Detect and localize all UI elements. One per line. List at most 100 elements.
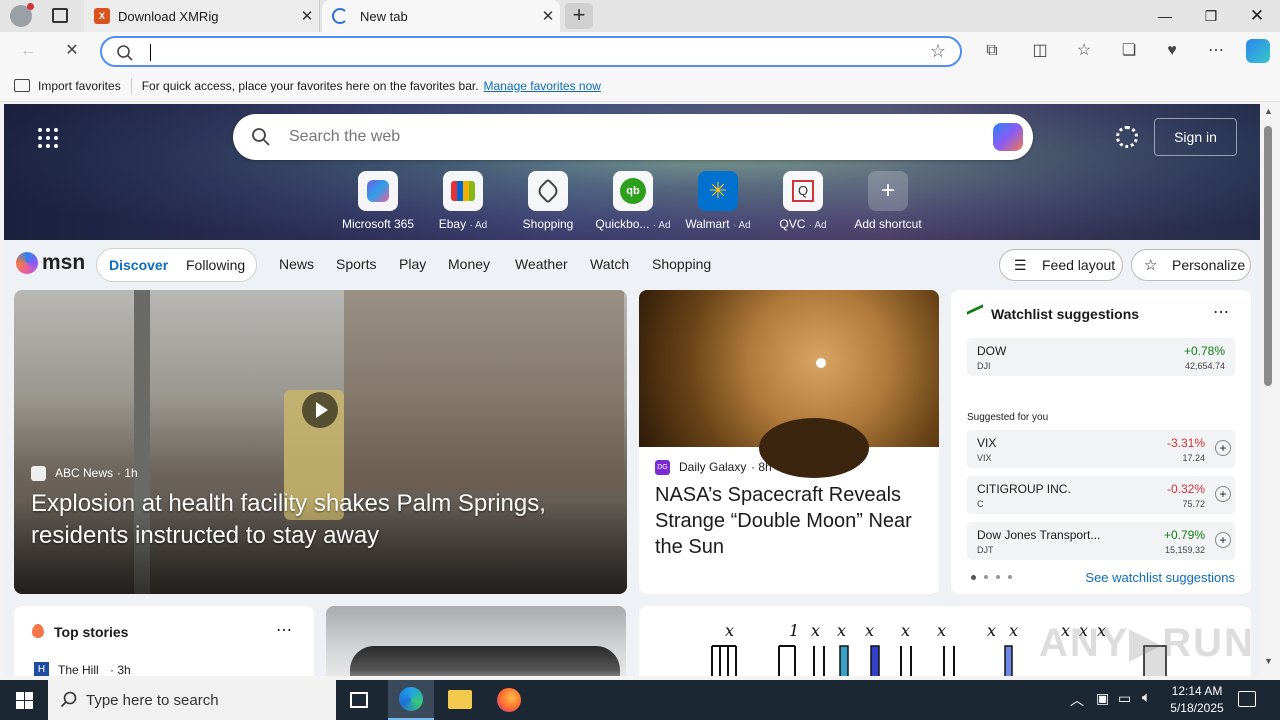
scroll-up-icon[interactable]: ▲ (1264, 106, 1273, 116)
close-tab-icon[interactable]: ✕ (536, 7, 560, 25)
scroll-down-icon[interactable]: ▼ (1264, 656, 1273, 666)
web-search-input[interactable]: Search the web (289, 128, 400, 146)
taskbar-clock-time[interactable]: 12:14 AM (1170, 684, 1224, 698)
more-options-icon[interactable]: ⋯ (1213, 302, 1229, 322)
taskbar-search-input[interactable]: Type here to search (86, 692, 219, 709)
web-search-box[interactable]: Search the web (233, 114, 1033, 160)
minimize-button[interactable]: — (1142, 0, 1188, 32)
stock-row-dow-transport[interactable]: Dow Jones Transport... DJT +0.79% 15,159… (967, 522, 1235, 560)
feed-layout-button[interactable]: ☰ Feed layout (999, 249, 1123, 281)
more-options-icon[interactable]: ⋯ (276, 620, 292, 640)
qvc-icon: Q (783, 171, 823, 211)
manage-favorites-link[interactable]: Manage favorites now (484, 79, 601, 93)
nasa-story-image (639, 290, 939, 478)
add-to-watchlist-icon[interactable]: + (1215, 486, 1231, 502)
tab-actions-icon[interactable] (52, 8, 68, 23)
restore-button[interactable]: ❐ (1188, 0, 1234, 32)
tab-following[interactable]: Following (186, 257, 245, 273)
science-story-card[interactable]: x1xx xxxxx xxx ANY▶RUN (639, 606, 1251, 676)
stock-row-primary[interactable]: DOW DJI +0.78% 42,654.74 (967, 338, 1235, 376)
address-bar[interactable]: ☆ (100, 36, 962, 67)
apps-launcher-icon[interactable] (38, 128, 58, 148)
windows-start-icon[interactable] (16, 692, 33, 709)
story-age: · 3h (110, 663, 131, 676)
notifications-icon[interactable] (1238, 691, 1256, 707)
shortcut-ebay[interactable]: Ebay · Ad (423, 171, 503, 231)
network-icon[interactable]: ▭ (1118, 690, 1131, 707)
tab-download-xmrig[interactable]: X Download XMRig ✕ (84, 0, 320, 32)
taskbar-search-box[interactable]: Type here to search (48, 680, 336, 720)
car-story-card[interactable] (326, 606, 626, 676)
file-explorer-icon[interactable] (448, 690, 472, 709)
favorites-divider (130, 77, 132, 94)
page-scrollbar[interactable]: ▲ ▼ (1260, 104, 1280, 676)
settings-gear-icon[interactable] (1116, 126, 1138, 148)
collections-icon[interactable]: ❏ (1117, 40, 1141, 62)
shortcut-qvc[interactable]: Q QVC · Ad (763, 171, 843, 231)
play-icon[interactable] (302, 392, 338, 428)
stop-loading-icon[interactable]: ✕ (60, 40, 84, 62)
story-headline[interactable]: Explosion at health facility shakes Palm… (31, 488, 611, 552)
close-window-button[interactable]: ✕ (1234, 0, 1280, 32)
see-watchlist-link[interactable]: See watchlist suggestions (1085, 570, 1235, 585)
carousel-dots[interactable] (971, 575, 1012, 580)
new-tab-button[interactable]: + (565, 3, 593, 29)
favorites-icon[interactable]: ☆ (1072, 40, 1096, 62)
favorites-bar: Import favorites For quick access, place… (0, 70, 1280, 102)
lead-story-card[interactable]: ABC News · 1h Explosion at health facili… (14, 290, 627, 594)
close-tab-icon[interactable]: ✕ (295, 7, 319, 25)
stock-value: 15,159.32 (1164, 545, 1205, 555)
import-favorites-button[interactable]: Import favorites (38, 79, 121, 93)
search-icon (60, 691, 77, 708)
shortcut-shopping[interactable]: Shopping (508, 171, 588, 231)
shortcut-add[interactable]: + Add shortcut (848, 171, 928, 231)
scrollbar-thumb[interactable] (1264, 126, 1272, 386)
nav-shopping[interactable]: Shopping (652, 256, 711, 272)
nav-money[interactable]: Money (448, 256, 490, 272)
msn-logo-icon[interactable] (16, 252, 38, 274)
story-headline[interactable]: NASA’s Spacecraft Reveals Strange “Doubl… (655, 482, 931, 560)
volume-icon[interactable]: 🔈︎ (1142, 689, 1151, 706)
stock-row-vix[interactable]: VIX VIX -3.31% 17.24 + (967, 430, 1235, 468)
stock-row-citigroup[interactable]: CITIGROUP INC. C -0.32% 75.72 + (967, 476, 1235, 514)
sign-in-button[interactable]: Sign in (1154, 118, 1237, 156)
shortcut-microsoft-365[interactable]: Microsoft 365 (338, 171, 418, 231)
add-to-watchlist-icon[interactable]: + (1215, 532, 1231, 548)
shortcut-quickbooks[interactable]: qb Quickbo... · Ad (593, 171, 673, 231)
add-to-watchlist-icon[interactable]: + (1215, 440, 1231, 456)
personalize-button[interactable]: ☆ Personalize (1131, 249, 1251, 281)
shortcut-walmart[interactable]: ✳ Walmart · Ad (678, 171, 758, 231)
task-view-icon[interactable] (350, 692, 368, 708)
nav-play[interactable]: Play (399, 256, 426, 272)
firefox-icon[interactable] (497, 688, 521, 712)
svg-text:x: x (987, 621, 996, 640)
nav-news[interactable]: News (279, 256, 314, 272)
svg-text:x: x (937, 621, 946, 640)
taskbar-clock-date[interactable]: 5/18/2025 (1166, 701, 1228, 715)
nasa-story-card[interactable]: DG Daily Galaxy · 8h NASA’s Spacecraft R… (639, 290, 939, 594)
ebay-icon (443, 171, 483, 211)
back-icon[interactable]: ← (16, 40, 40, 62)
tab-discover[interactable]: Discover (109, 257, 168, 273)
device-icon[interactable]: ▣ (1096, 690, 1109, 707)
microsoft-365-icon (358, 171, 398, 211)
extensions-icon[interactable]: ⧉ (980, 40, 1004, 62)
nav-weather[interactable]: Weather (515, 256, 568, 272)
top-stories-title: Top stories (54, 624, 129, 640)
msn-brand[interactable]: msn (42, 251, 85, 275)
copilot-icon[interactable] (1246, 39, 1270, 63)
split-screen-icon[interactable]: ◫ (1028, 40, 1052, 62)
tab-new-tab[interactable]: New tab ✕ (322, 0, 560, 32)
browser-essentials-icon[interactable]: ♥ (1160, 40, 1184, 62)
import-favorites-icon[interactable] (14, 79, 30, 92)
favorite-star-icon[interactable]: ☆ (930, 41, 946, 62)
stock-value: 42,654.74 (1184, 361, 1225, 371)
nav-sports[interactable]: Sports (336, 256, 376, 272)
nav-watch[interactable]: Watch (590, 256, 629, 272)
profile-icon[interactable] (10, 3, 34, 27)
copilot-search-icon[interactable] (993, 123, 1023, 151)
more-options-icon[interactable]: ⋯ (1204, 40, 1228, 62)
suggested-label: Suggested for you (967, 412, 1049, 423)
show-hidden-icons[interactable]: ︿ (1070, 690, 1084, 710)
edge-taskbar-icon[interactable] (388, 680, 434, 720)
